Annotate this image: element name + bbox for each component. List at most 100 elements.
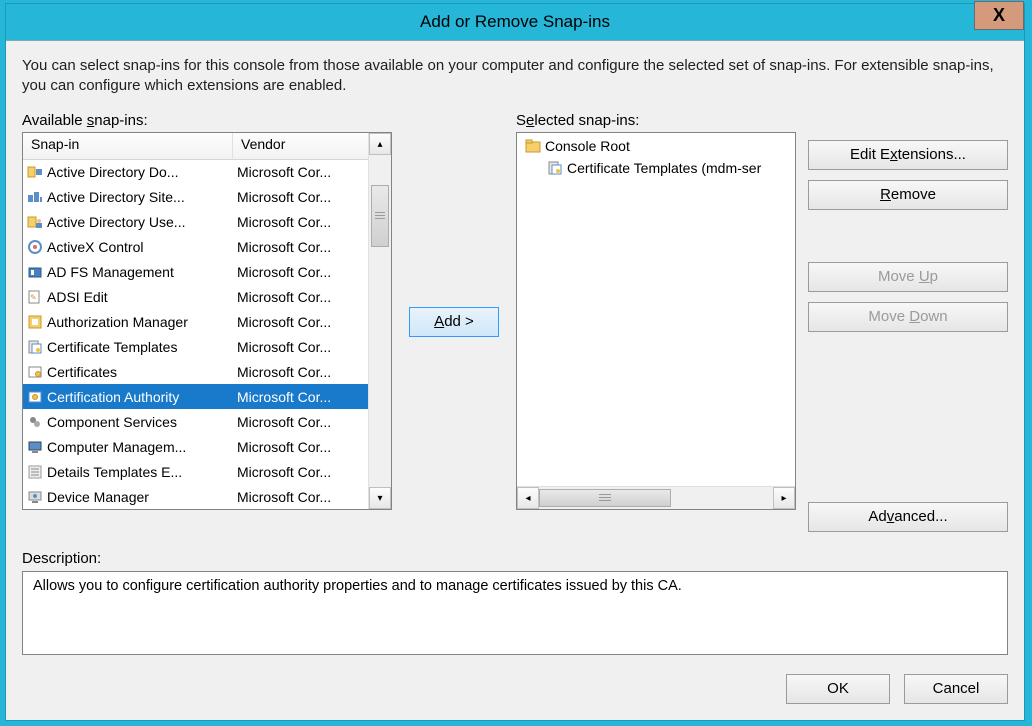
- scroll-track[interactable]: [369, 155, 391, 487]
- table-row[interactable]: Certificates Microsoft Cor...: [23, 359, 369, 384]
- close-icon: X: [993, 5, 1005, 25]
- snapin-name: Authorization Manager: [47, 314, 188, 330]
- selected-column: Selected snap-ins: Console Root Certifica…: [516, 112, 796, 532]
- move-up-button[interactable]: Move Up: [808, 262, 1008, 292]
- table-row[interactable]: ✎ ADSI Edit Microsoft Cor...: [23, 284, 369, 309]
- snapin-name: Certificate Templates: [47, 339, 177, 355]
- chevron-left-icon: ◂: [525, 493, 530, 504]
- scroll-up-button[interactable]: ▴: [369, 133, 391, 155]
- snapin-vendor: Microsoft Cor...: [233, 289, 369, 305]
- snapin-name: AD FS Management: [47, 264, 174, 280]
- available-scrollbar[interactable]: ▴ ▾: [368, 133, 391, 509]
- cert-templates-icon: [547, 160, 563, 176]
- h-scroll-track[interactable]: [539, 487, 773, 509]
- snapin-vendor: Microsoft Cor...: [233, 314, 369, 330]
- table-row[interactable]: AD FS Management Microsoft Cor...: [23, 259, 369, 284]
- device-manager-icon: [27, 489, 43, 505]
- snapin-name: Certification Authority: [47, 389, 179, 405]
- snapin-vendor: Microsoft Cor...: [233, 389, 369, 405]
- adfs-icon: [27, 264, 43, 280]
- description-text: Allows you to configure certification au…: [33, 578, 682, 594]
- table-row[interactable]: Certification Authority Microsoft Cor...: [23, 384, 369, 409]
- chevron-right-icon: ▸: [781, 493, 786, 504]
- window-title: Add or Remove Snap-ins: [6, 4, 1024, 40]
- table-row[interactable]: Certificate Templates Microsoft Cor...: [23, 334, 369, 359]
- dialog-window: Add or Remove Snap-ins X You can select …: [5, 3, 1025, 721]
- snapin-vendor: Microsoft Cor...: [233, 414, 369, 430]
- tree-item[interactable]: Certificate Templates (mdm-ser: [519, 157, 793, 179]
- available-column: Available snap-ins: Snap-in Vendor Activ…: [22, 112, 392, 532]
- snapin-vendor: Microsoft Cor...: [233, 264, 369, 280]
- cert-templates-icon: [27, 339, 43, 355]
- ok-button[interactable]: OK: [786, 674, 890, 704]
- snapin-name: Certificates: [47, 364, 117, 380]
- folder-icon: [525, 138, 541, 154]
- selected-h-scrollbar[interactable]: ◂ ▸: [517, 486, 795, 509]
- table-row[interactable]: Active Directory Do...Microsoft Cor...: [23, 159, 369, 184]
- footer-buttons: OK Cancel: [786, 674, 1008, 704]
- scroll-right-button[interactable]: ▸: [773, 487, 795, 509]
- title-bar: Add or Remove Snap-ins X: [6, 4, 1024, 41]
- table-row[interactable]: ActiveX Control Microsoft Cor...: [23, 234, 369, 259]
- tree-item[interactable]: Console Root: [519, 135, 793, 157]
- table-row[interactable]: Active Directory Site...Microsoft Cor...: [23, 184, 369, 209]
- component-icon: [27, 414, 43, 430]
- available-label: Available snap-ins:: [22, 112, 392, 129]
- selected-listbox[interactable]: Console Root Certificate Templates (mdm-s…: [516, 132, 796, 510]
- snapin-vendor: Microsoft Cor...: [233, 439, 369, 455]
- move-down-button[interactable]: Move Down: [808, 302, 1008, 332]
- cert-authority-icon: [27, 389, 43, 405]
- snapin-vendor: Microsoft Cor...: [233, 239, 369, 255]
- snapin-vendor: Microsoft Cor...: [233, 489, 369, 505]
- scroll-thumb[interactable]: [371, 185, 389, 247]
- activex-icon: [27, 239, 43, 255]
- snapin-vendor: Microsoft Cor...: [233, 339, 369, 355]
- scroll-left-button[interactable]: ◂: [517, 487, 539, 509]
- remove-button[interactable]: Remove: [808, 180, 1008, 210]
- available-body: Active Directory Do...Microsoft Cor...Ac…: [23, 159, 369, 509]
- edit-extensions-button[interactable]: Edit Extensions...: [808, 140, 1008, 170]
- content-area: You can select snap-ins for this console…: [22, 56, 1008, 704]
- snapin-name: Details Templates E...: [47, 464, 182, 480]
- available-listbox[interactable]: Snap-in Vendor Active Directory Do...Mic…: [22, 132, 392, 510]
- snapin-name: ADSI Edit: [47, 289, 108, 305]
- intro-text: You can select snap-ins for this console…: [22, 56, 1008, 96]
- advanced-button[interactable]: Advanced...: [808, 502, 1008, 532]
- snapin-vendor: Microsoft Cor...: [233, 464, 369, 480]
- header-snapin[interactable]: Snap-in: [23, 133, 233, 159]
- ad-users-icon: [27, 214, 43, 230]
- cancel-button[interactable]: Cancel: [904, 674, 1008, 704]
- snapin-name: Computer Managem...: [47, 439, 186, 455]
- snapin-name: ActiveX Control: [47, 239, 143, 255]
- table-row[interactable]: Device Manager Microsoft Cor...: [23, 484, 369, 509]
- snapin-vendor: Microsoft Cor...: [233, 164, 369, 180]
- add-button[interactable]: Add >: [409, 307, 499, 337]
- tree-item-label: Console Root: [545, 138, 630, 154]
- snapin-vendor: Microsoft Cor...: [233, 364, 369, 380]
- authz-icon: [27, 314, 43, 330]
- available-header: Snap-in Vendor: [23, 133, 391, 160]
- table-row[interactable]: Authorization Manager Microsoft Cor...: [23, 309, 369, 334]
- svg-text:✎: ✎: [30, 293, 37, 302]
- snapin-vendor: Microsoft Cor...: [233, 189, 369, 205]
- snapin-name: Device Manager: [47, 489, 149, 505]
- selected-body: Console Root Certificate Templates (mdm-s…: [519, 135, 793, 485]
- computer-mgmt-icon: [27, 439, 43, 455]
- ad-sites-icon: [27, 189, 43, 205]
- table-row[interactable]: Active Directory Use...Microsoft Cor...: [23, 209, 369, 234]
- scroll-down-button[interactable]: ▾: [369, 487, 391, 509]
- selected-label: Selected snap-ins:: [516, 112, 796, 129]
- adsi-icon: ✎: [27, 289, 43, 305]
- table-row[interactable]: Component ServicesMicrosoft Cor...: [23, 409, 369, 434]
- snapin-vendor: Microsoft Cor...: [233, 214, 369, 230]
- table-row[interactable]: Computer Managem... Microsoft Cor...: [23, 434, 369, 459]
- details-templates-icon: [27, 464, 43, 480]
- columns-container: Available snap-ins: Snap-in Vendor Activ…: [22, 112, 1008, 532]
- side-buttons-column: Edit Extensions... Remove Move Up Move D…: [808, 112, 1008, 532]
- tree-item-label: Certificate Templates (mdm-ser: [567, 160, 761, 176]
- h-scroll-thumb[interactable]: [539, 489, 671, 507]
- close-button[interactable]: X: [974, 1, 1024, 30]
- ad-domain-icon: [27, 164, 43, 180]
- table-row[interactable]: Details Templates E... Microsoft Cor...: [23, 459, 369, 484]
- certificates-icon: [27, 364, 43, 380]
